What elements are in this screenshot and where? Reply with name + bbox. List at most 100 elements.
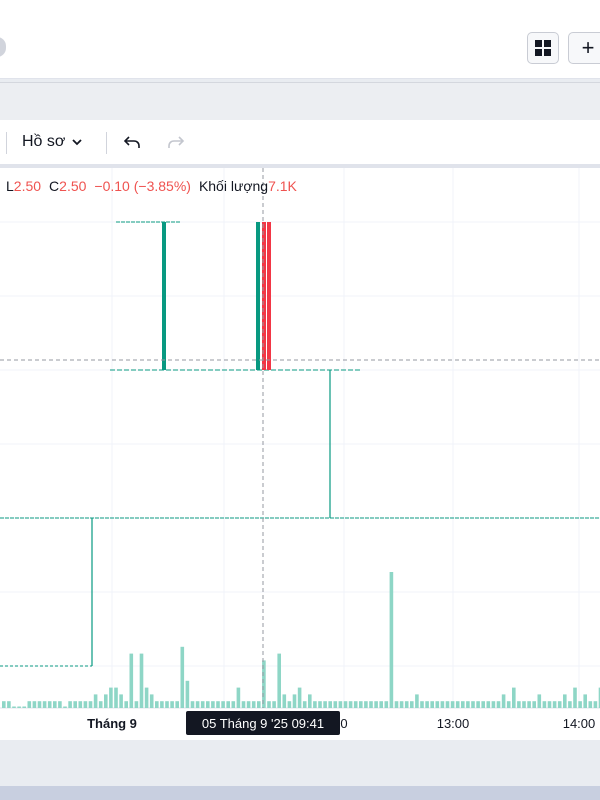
volume-bar <box>588 701 593 708</box>
change-value: −0.10 (−3.85%) <box>94 178 191 194</box>
volume-bar <box>114 687 118 708</box>
volume-bar <box>83 701 88 708</box>
volume-bar <box>512 687 516 708</box>
volume-bar <box>578 701 582 708</box>
volume-value: 7.1K <box>268 178 297 194</box>
volume-bar <box>394 701 399 708</box>
volume-bar <box>119 694 123 708</box>
address-bar-edge[interactable] <box>0 37 6 57</box>
volume-bar <box>63 706 67 708</box>
volume-bar <box>466 701 470 708</box>
volume-bar <box>226 701 230 708</box>
volume-bar <box>333 701 338 708</box>
x-tick-label: 14:00 <box>562 716 596 731</box>
volume-bar <box>12 706 16 708</box>
volume-bar <box>32 701 37 708</box>
volume-bar <box>425 701 429 708</box>
volume-bar <box>359 701 363 708</box>
volume-bar <box>42 701 47 708</box>
volume-bar <box>134 701 139 708</box>
redo-button[interactable] <box>165 131 187 153</box>
plus-icon: + <box>581 35 595 60</box>
chart-toolbar: Hồ sơ <box>0 120 600 168</box>
volume-bar <box>292 694 297 708</box>
volume-bar <box>552 701 557 708</box>
volume-bar <box>348 701 353 708</box>
volume-bar <box>231 701 236 708</box>
ohlc-legend: L2.50 C2.50 −0.10 (−3.85%) Khối lượng7.1K <box>6 178 297 194</box>
volume-bar <box>190 701 195 708</box>
low-value: 2.50 <box>13 178 42 194</box>
profile-dropdown[interactable]: Hồ sơ <box>22 131 83 153</box>
volume-bar <box>440 701 445 708</box>
crosshair-time-label: 05 Tháng 9 '25 09:41 <box>186 711 340 735</box>
volume-bar <box>185 680 190 708</box>
volume-bar <box>486 701 491 708</box>
price-chart[interactable]: L2.50 C2.50 −0.10 (−3.85%) Khối lượng7.1K T… <box>0 168 600 740</box>
candle-body <box>162 222 166 370</box>
volume-bar <box>282 694 287 708</box>
volume-bar <box>496 701 501 708</box>
undo-button[interactable] <box>121 131 143 153</box>
volume-bar <box>476 701 480 708</box>
volume-bar <box>246 701 251 708</box>
layout-button[interactable] <box>527 32 559 64</box>
volume-bar <box>78 701 83 708</box>
tab-strip <box>0 82 600 121</box>
volume-bar <box>17 706 21 708</box>
volume-bar <box>58 701 62 708</box>
volume-bar <box>149 694 154 708</box>
candle-body <box>267 222 271 370</box>
volume-bar <box>563 694 567 708</box>
volume-bar <box>491 701 496 708</box>
bottom-panel-edge <box>0 786 600 800</box>
volume-bar <box>47 701 52 708</box>
add-button[interactable]: + <box>568 32 600 64</box>
volume-bar <box>364 701 368 708</box>
volume-bar <box>144 687 149 708</box>
volume-bar <box>389 572 394 708</box>
volume-bar <box>379 701 383 708</box>
volume-bar <box>195 701 200 708</box>
volume-bar <box>22 706 26 708</box>
volume-bar <box>501 694 506 708</box>
volume-bar <box>308 694 312 708</box>
x-tick-label: 0 <box>340 716 348 731</box>
volume-bar <box>445 701 450 708</box>
volume-bar <box>302 701 307 708</box>
volume-bar <box>506 701 511 708</box>
volume-bar <box>415 694 419 708</box>
volume-bar <box>241 701 246 708</box>
browser-header: + <box>0 0 600 79</box>
volume-bar <box>216 701 220 708</box>
candle-body <box>256 222 260 370</box>
volume-bar <box>267 701 271 708</box>
undo-icon <box>123 136 140 148</box>
volume-bar <box>517 701 521 708</box>
chart-canvas[interactable] <box>0 168 600 740</box>
volume-bar <box>93 694 98 708</box>
volume-bar <box>455 701 460 708</box>
x-tick-label: 13:00 <box>436 716 470 731</box>
volume-bar <box>471 701 475 708</box>
volume-bar <box>573 687 577 708</box>
volume-bar <box>542 701 547 708</box>
profile-label: Hồ sơ <box>22 133 66 150</box>
volume-bar <box>328 701 332 708</box>
volume-bar <box>53 701 57 708</box>
volume-bar <box>277 653 281 708</box>
volume-bar <box>399 701 404 708</box>
volume-bar <box>155 701 159 708</box>
volume-bar <box>568 701 572 708</box>
toolbar-divider <box>106 132 107 154</box>
volume-bar <box>435 701 440 708</box>
volume-bar <box>7 701 11 708</box>
volume-bar <box>430 701 434 708</box>
low-label: L <box>6 178 14 194</box>
volume-bar <box>129 653 134 708</box>
volume-bar <box>257 701 261 708</box>
redo-icon <box>168 136 185 148</box>
volume-bar <box>88 701 93 708</box>
volume-bar <box>206 701 210 708</box>
volume-bar <box>139 653 144 708</box>
